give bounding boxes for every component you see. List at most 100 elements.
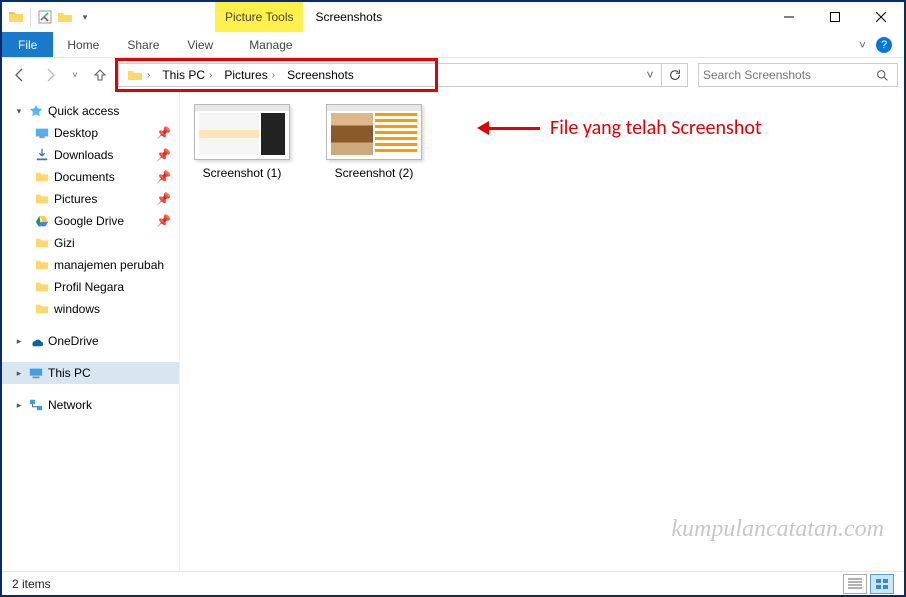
sidebar-quick-access[interactable]: ▾ Quick access	[2, 100, 179, 122]
folder-icon	[34, 235, 50, 251]
explorer-window: ▾ Picture Tools Screenshots File Home Sh…	[0, 0, 906, 597]
tab-share[interactable]: Share	[113, 32, 173, 57]
folder-icon	[34, 279, 50, 295]
expand-icon[interactable]: ▾	[14, 106, 24, 117]
pin-icon: 📌	[156, 126, 171, 140]
tab-home[interactable]: Home	[53, 32, 113, 57]
sidebar-item-label: Documents	[54, 170, 115, 184]
nav-up-button[interactable]	[88, 63, 112, 87]
navigation-bar: ˅ › This PC › Pictures › Screenshots	[2, 58, 904, 92]
expand-icon[interactable]: ▸	[14, 368, 24, 379]
titlebar: ▾ Picture Tools Screenshots	[2, 2, 904, 32]
sidebar-item-profil-negara[interactable]: Profil Negara	[2, 276, 179, 298]
sidebar-item-label: Pictures	[54, 192, 97, 206]
file-thumbnail	[326, 104, 422, 160]
expand-icon[interactable]: ▸	[14, 336, 24, 347]
google-drive-icon	[34, 213, 50, 229]
watermark-text: kumpulancatatan.com	[671, 516, 884, 543]
sidebar-onedrive[interactable]: ▸ OneDrive	[2, 330, 179, 352]
quick-access-toolbar: ▾	[2, 2, 95, 32]
file-item[interactable]: Screenshot (1)	[192, 104, 292, 180]
file-name-label: Screenshot (1)	[192, 166, 292, 180]
breadcrumb-label: Pictures	[224, 68, 267, 82]
window-controls	[766, 2, 904, 32]
sidebar-item-manajemen[interactable]: manajemen perubah	[2, 254, 179, 276]
app-folder-icon	[6, 7, 26, 27]
sidebar-item-label: Downloads	[54, 148, 113, 162]
breadcrumb-label: Screenshots	[287, 68, 354, 82]
close-button[interactable]	[858, 2, 904, 32]
search-icon[interactable]	[872, 69, 893, 82]
item-count-label: 2 items	[12, 577, 51, 591]
nav-recent-dropdown[interactable]: ˅	[68, 63, 82, 87]
star-icon	[28, 103, 44, 119]
sidebar-item-label: OneDrive	[48, 334, 99, 348]
breadcrumb-screenshots[interactable]: Screenshots	[281, 64, 360, 86]
nav-forward-button[interactable]	[38, 63, 62, 87]
sidebar-item-windows[interactable]: windows	[2, 298, 179, 320]
tab-view[interactable]: View	[173, 32, 227, 57]
sidebar-item-label: Desktop	[54, 126, 98, 140]
ribbon-expand-icon[interactable]: ˅	[859, 38, 866, 52]
breadcrumb-pictures[interactable]: Pictures ›	[218, 64, 281, 86]
sidebar-item-google-drive[interactable]: Google Drive 📌	[2, 210, 179, 232]
contextual-tab-header: Picture Tools	[215, 2, 303, 32]
pin-icon: 📌	[156, 170, 171, 184]
address-dropdown-icon[interactable]: ˅	[641, 68, 659, 82]
breadcrumb-root-icon[interactable]: ›	[121, 64, 156, 86]
navigation-pane: ▾ Quick access Desktop 📌 Downloads 📌	[2, 92, 180, 571]
file-thumbnail	[194, 104, 290, 160]
chevron-right-icon: ›	[147, 70, 150, 81]
ribbon: File Home Share View Manage ˅ ?	[2, 32, 904, 58]
file-item[interactable]: Screenshot (2)	[324, 104, 424, 180]
address-bar[interactable]: › This PC › Pictures › Screenshots ˅	[118, 63, 662, 87]
qat-separator	[30, 8, 31, 26]
breadcrumb-label: This PC	[162, 68, 205, 82]
contextual-tab-label: Picture Tools	[225, 11, 293, 23]
sidebar-item-desktop[interactable]: Desktop 📌	[2, 122, 179, 144]
sidebar-item-label: windows	[54, 302, 100, 316]
sidebar-network[interactable]: ▸ Network	[2, 394, 179, 416]
search-box[interactable]	[698, 63, 898, 87]
sidebar-item-label: Network	[48, 398, 92, 412]
sidebar-item-pictures[interactable]: Pictures 📌	[2, 188, 179, 210]
qat-properties-icon[interactable]	[35, 7, 55, 27]
nav-back-button[interactable]	[8, 63, 32, 87]
network-icon	[28, 397, 44, 413]
help-icon[interactable]: ?	[876, 37, 892, 53]
tab-manage[interactable]: Manage	[235, 32, 306, 57]
maximize-button[interactable]	[812, 2, 858, 32]
sidebar-item-gizi[interactable]: Gizi	[2, 232, 179, 254]
tab-file[interactable]: File	[2, 32, 53, 57]
sidebar-item-label: manajemen perubah	[54, 258, 164, 272]
folder-icon	[34, 257, 50, 273]
sidebar-this-pc[interactable]: ▸ This PC	[2, 362, 179, 384]
minimize-button[interactable]	[766, 2, 812, 32]
sidebar-item-label: Gizi	[54, 236, 75, 250]
file-name-label: Screenshot (2)	[324, 166, 424, 180]
breadcrumb-this-pc[interactable]: This PC ›	[156, 64, 218, 86]
search-input[interactable]	[703, 68, 872, 82]
qat-newfolder-icon[interactable]	[55, 7, 75, 27]
status-bar: 2 items	[2, 571, 904, 595]
sidebar-item-downloads[interactable]: Downloads 📌	[2, 144, 179, 166]
file-list-pane[interactable]: Screenshot (1) Screenshot (2) File yang …	[180, 92, 904, 571]
pin-icon: 📌	[156, 214, 171, 228]
pictures-icon	[34, 191, 50, 207]
refresh-button[interactable]	[662, 63, 688, 87]
qat-dropdown-icon[interactable]: ▾	[75, 7, 95, 27]
sidebar-item-label: This PC	[48, 366, 91, 380]
sidebar-item-documents[interactable]: Documents 📌	[2, 166, 179, 188]
downloads-icon	[34, 147, 50, 163]
sidebar-item-label: Quick access	[48, 104, 119, 118]
sidebar-item-label: Profil Negara	[54, 280, 124, 294]
view-details-button[interactable]	[843, 574, 867, 594]
window-title: Screenshots	[303, 2, 766, 32]
pin-icon: 📌	[156, 192, 171, 206]
sidebar-item-label: Google Drive	[54, 214, 124, 228]
chevron-right-icon: ›	[209, 70, 212, 81]
documents-icon	[34, 169, 50, 185]
pin-icon: 📌	[156, 148, 171, 162]
expand-icon[interactable]: ▸	[14, 400, 24, 411]
view-large-icons-button[interactable]	[870, 574, 894, 594]
